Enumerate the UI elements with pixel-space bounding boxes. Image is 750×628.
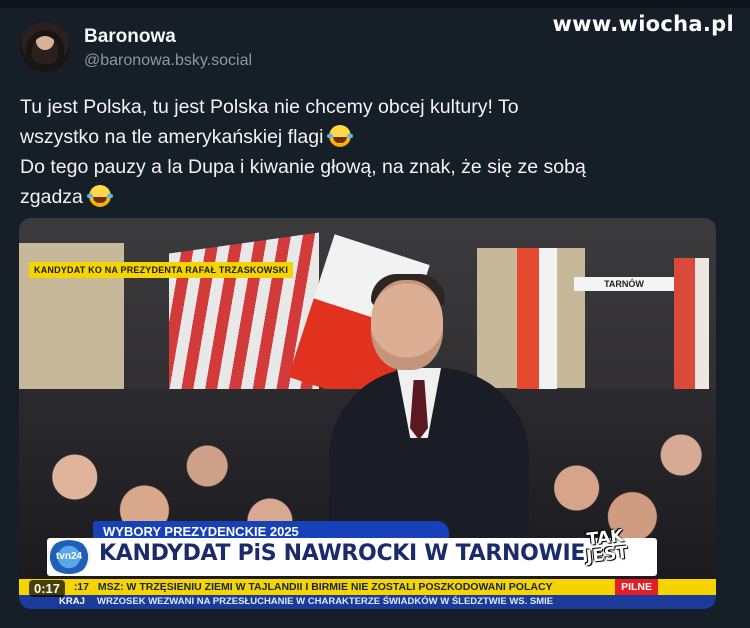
top-divider [0, 0, 750, 8]
site-watermark: www.wiocha.pl [552, 12, 734, 36]
ticker2-text: WRZOSEK WEZWANI NA PRZESŁUCHANIE W CHARA… [97, 596, 554, 607]
location-label: TARNÓW [574, 277, 674, 291]
laughing-emoji-icon [327, 125, 352, 147]
ticker-tag: KRAJ [59, 596, 85, 607]
author-name[interactable]: Baronowa [84, 26, 176, 48]
video-player[interactable]: KANDYDAT KO NA PREZYDENTA RAFAŁ TRZASKOW… [19, 218, 716, 609]
laughing-emoji-icon [86, 185, 111, 207]
tvn24-logo-icon: tvn24 [47, 540, 91, 574]
top-chyron: KANDYDAT KO NA PREZYDENTA RAFAŁ TRZASKOW… [29, 262, 294, 278]
video-timestamp[interactable]: 0:17 [29, 580, 66, 597]
post-line: zgadza [20, 182, 735, 212]
post-line: wszystko na tle amerykańskiej flagi [20, 122, 735, 152]
author-handle[interactable]: @baronowa.bsky.social [84, 52, 252, 70]
post-line: Tu jest Polska, tu jest Polska nie chcem… [20, 96, 519, 118]
author-avatar[interactable] [20, 22, 70, 72]
post-text: Tu jest Polska, tu jest Polska nie chcem… [20, 92, 735, 212]
bottom-edge [0, 616, 750, 628]
news-ticker-secondary: KRAJ WRZOSEK WEZWANI NA PRZESŁUCHANIE W … [19, 595, 716, 609]
post-line: Do tego pauzy a la Dupa i kiwanie głową,… [20, 156, 586, 178]
news-ticker: :17 MSZ: W TRZĘSIENIU ZIEMI W TAJLANDII … [19, 579, 716, 595]
pilne-badge: PILNE [615, 579, 658, 595]
headline: KANDYDAT PiS NAWROCKI W TARNOWIE [99, 541, 586, 566]
ticker-text: MSZ: W TRZĘSIENIU ZIEMI W TAJLANDII I BI… [97, 581, 553, 593]
